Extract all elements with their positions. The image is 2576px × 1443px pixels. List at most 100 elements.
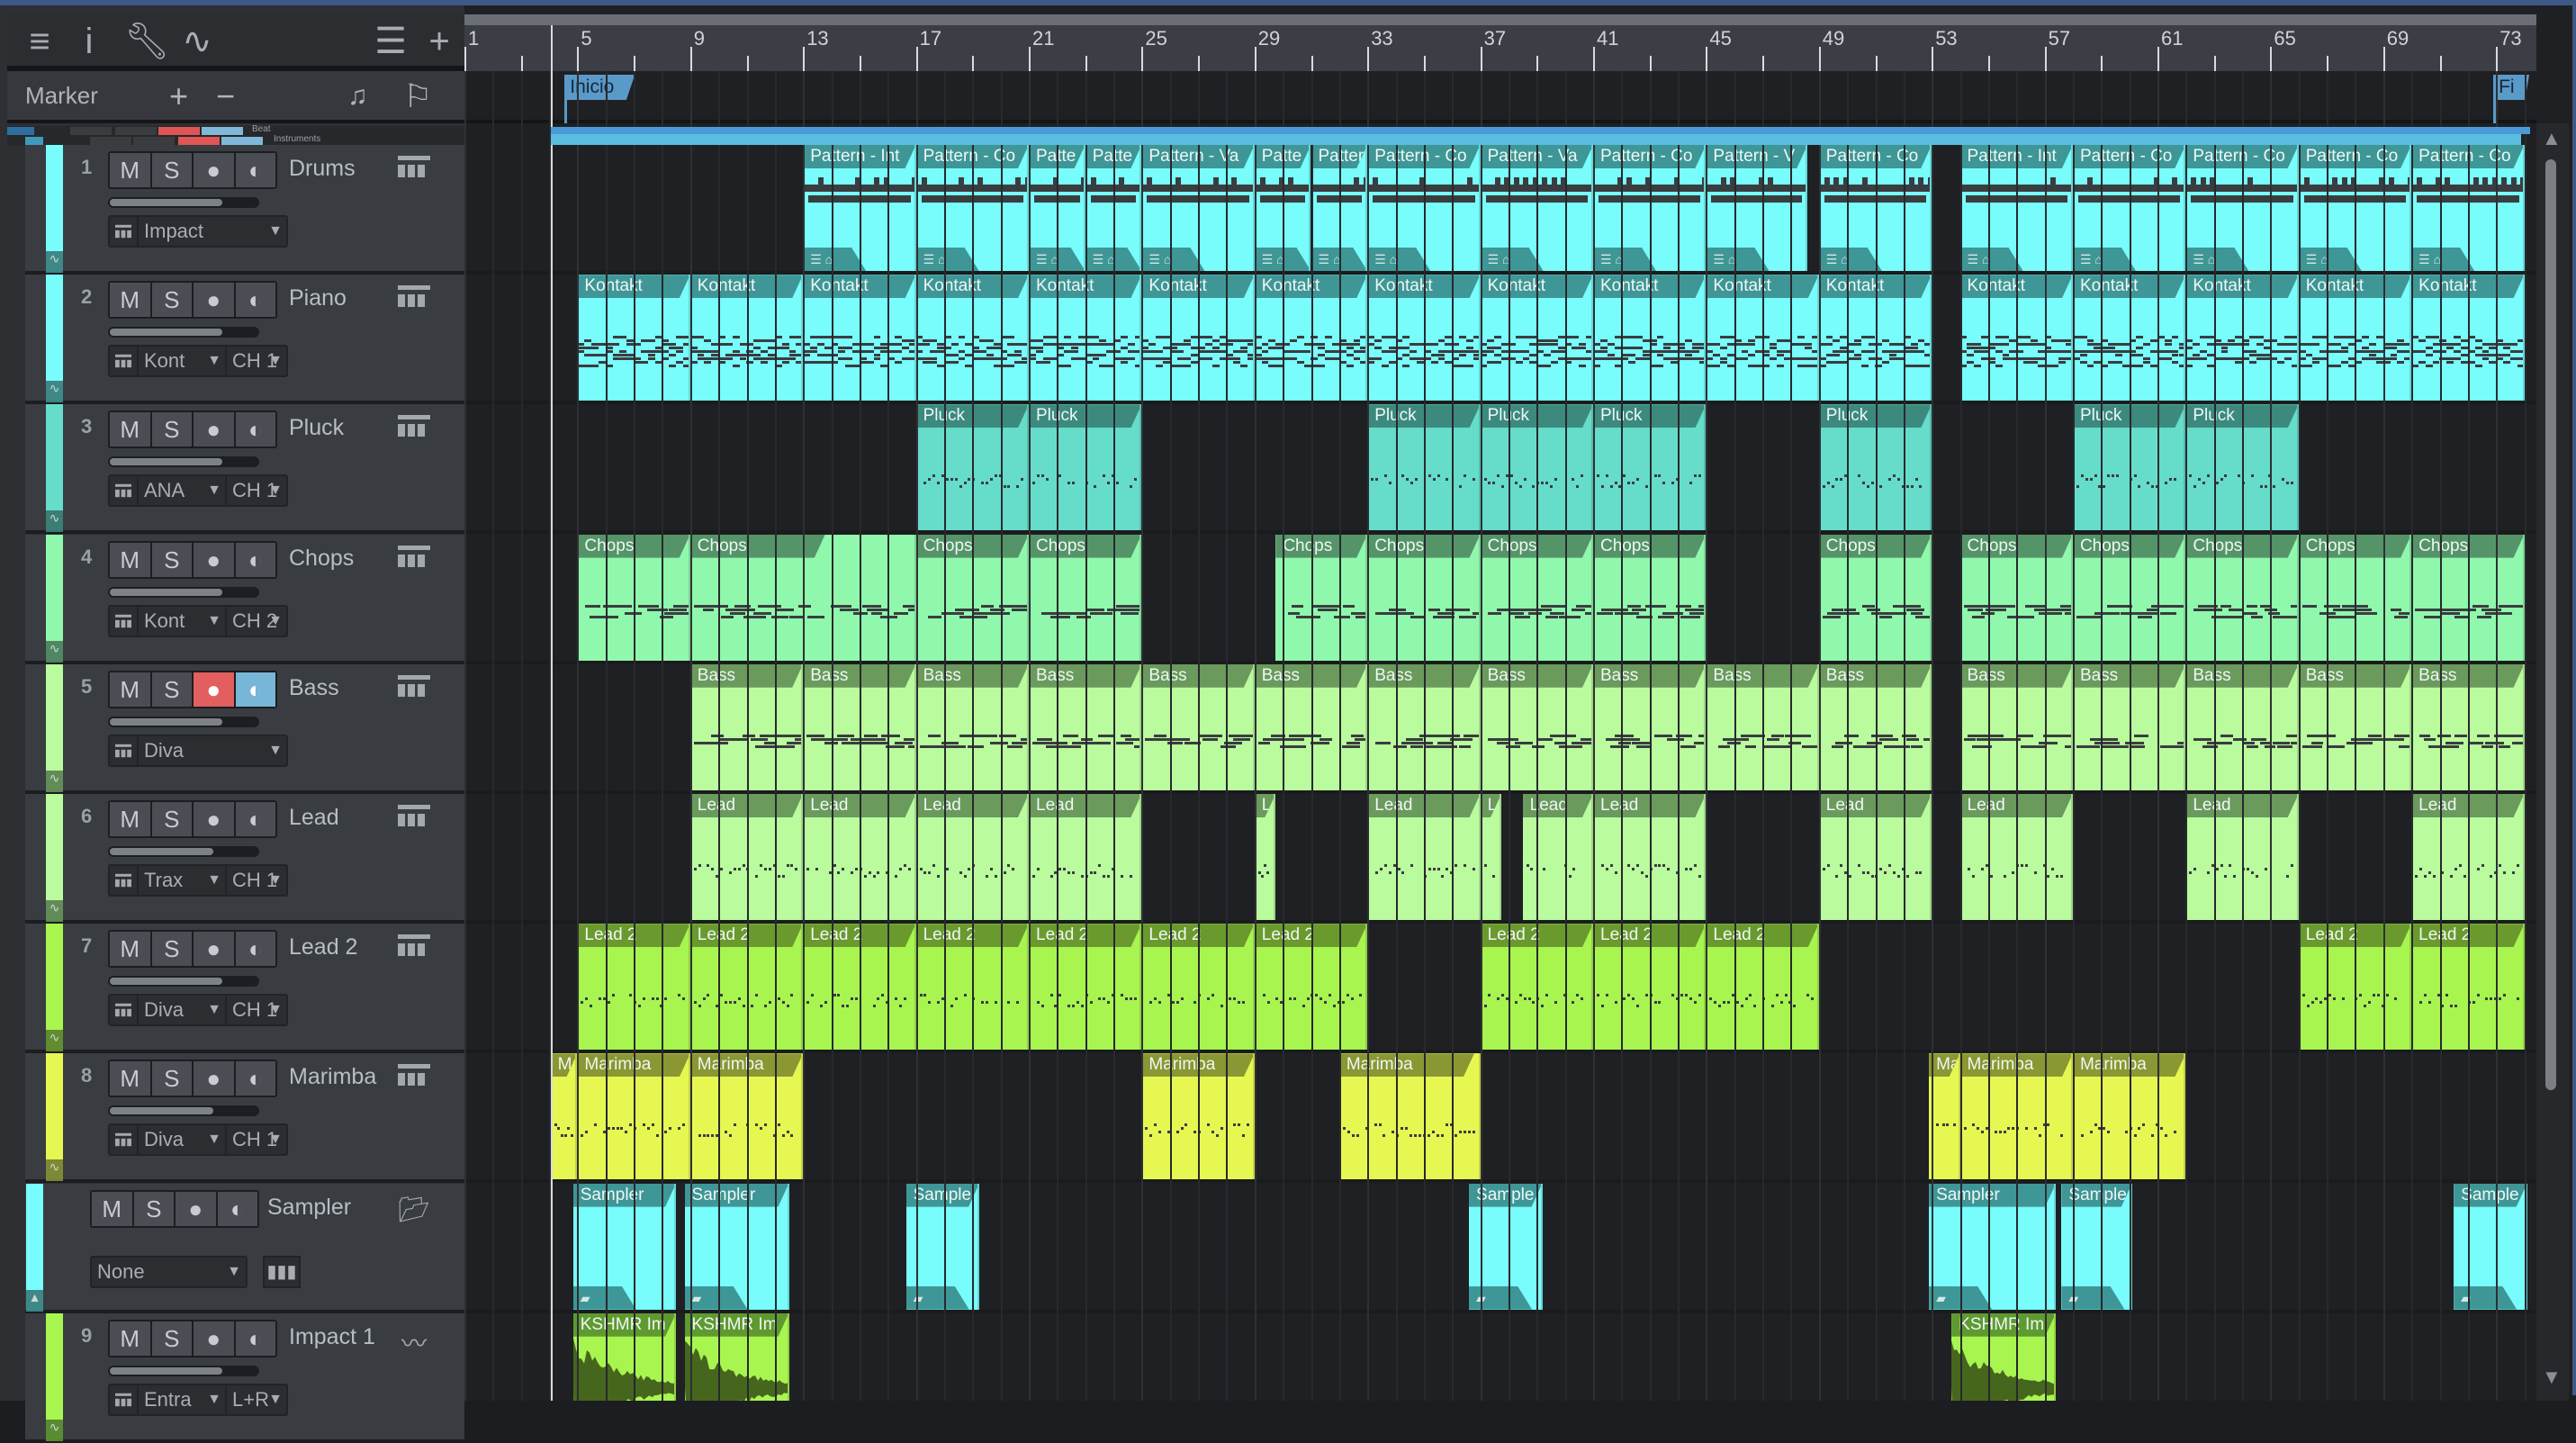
scroll-up-icon[interactable]: ▲ bbox=[2542, 127, 2562, 150]
keyboard-icon[interactable] bbox=[398, 545, 430, 569]
remove-marker-button[interactable]: − bbox=[216, 77, 235, 116]
track-color-strip[interactable] bbox=[46, 663, 63, 771]
track-color-strip[interactable] bbox=[46, 1312, 63, 1420]
volume-fader[interactable] bbox=[108, 586, 259, 598]
solo-button[interactable]: S bbox=[151, 283, 192, 318]
solo-button[interactable]: S bbox=[151, 1061, 192, 1096]
timeline-ruler[interactable]: 1 5 9 13 17 21 25 29 33 37 41 45 49 53 57 61 65 69 73 bbox=[464, 14, 2536, 71]
instrument-dropdown[interactable]: ANA ▼ CH 1 ▼ bbox=[108, 474, 288, 508]
track-color-strip[interactable] bbox=[46, 404, 63, 511]
instrument-dropdown[interactable]: Diva ▼ CH 1 ▼ bbox=[108, 1123, 288, 1157]
add-track-icon[interactable]: + bbox=[421, 22, 457, 61]
record-arm-button[interactable]: ● bbox=[194, 932, 234, 967]
track-name[interactable]: Pluck bbox=[289, 415, 344, 441]
channel-select[interactable]: CH 1 ▼ bbox=[227, 1125, 286, 1154]
mute-button[interactable]: M bbox=[110, 283, 150, 318]
record-arm-button[interactable]: ● bbox=[194, 1061, 234, 1096]
track-color-strip[interactable] bbox=[46, 794, 63, 900]
music-note-icon[interactable]: ♫ bbox=[347, 77, 368, 116]
instrument-select[interactable]: Trax ▼ bbox=[139, 866, 227, 895]
track-header-drums[interactable]: ∿ 1 M S ● ◐ Drums Impact ▼ bbox=[25, 145, 464, 275]
waveform-icon[interactable]: 〰 bbox=[398, 1324, 430, 1357]
automation-icon[interactable]: ∿ bbox=[46, 1419, 63, 1441]
vertical-scrollbar[interactable]: ▲ ▼ bbox=[2536, 123, 2569, 1401]
clip-sampler[interactable]: Sampler ▰ bbox=[572, 1183, 677, 1310]
menu-icon[interactable]: ≡ bbox=[20, 22, 59, 61]
track-header-marimba[interactable]: ∿ 8 M S ● ◐ Marimba Diva ▼ CH 1 ▼ bbox=[25, 1053, 464, 1184]
keyboard-icon[interactable] bbox=[398, 156, 430, 179]
clip-audio[interactable]: KSHMR Im bbox=[572, 1312, 677, 1401]
clip-midi[interactable]: Lead bbox=[1522, 794, 1593, 920]
clip-midi[interactable]: Chops bbox=[1275, 534, 1368, 661]
automation-icon[interactable]: ∿ bbox=[46, 900, 63, 922]
channel-select[interactable]: L+R ▼ bbox=[227, 1385, 286, 1414]
arrangement-view[interactable]: 1 5 9 13 17 21 25 29 33 37 41 45 49 53 57 61 65 69 73 Inic… bbox=[464, 5, 2536, 1401]
instrument-dropdown[interactable]: Diva ▼ bbox=[108, 734, 288, 767]
track-header-bass[interactable]: ∿ 5 M S ● ◐ Bass Diva ▼ bbox=[25, 663, 464, 794]
mute-button[interactable]: M bbox=[110, 542, 150, 577]
wrench-icon[interactable]: 🔧︎ bbox=[124, 22, 170, 61]
instrument-dropdown[interactable]: Kont ▼ CH 2 ▼ bbox=[108, 604, 288, 637]
folder-row-beat[interactable]: Beat bbox=[7, 124, 464, 136]
automation-icon[interactable]: ∿ bbox=[46, 251, 63, 273]
volume-fader[interactable] bbox=[108, 1365, 259, 1376]
clip-audio[interactable]: KSHMR Im bbox=[684, 1312, 789, 1401]
automation-icon[interactable]: ∿ bbox=[46, 640, 63, 663]
channel-select[interactable]: CH 1 ▼ bbox=[227, 996, 286, 1024]
instrument-select[interactable]: Kont ▼ bbox=[139, 347, 227, 376]
track-header-chops[interactable]: ∿ 4 M S ● ◐ Chops Kont ▼ CH 2 ▼ bbox=[25, 534, 464, 664]
monitor-button[interactable]: ◐ bbox=[235, 283, 275, 318]
collapse-arrow-icon[interactable]: ▲ bbox=[26, 1289, 43, 1312]
track-name[interactable]: Drums bbox=[289, 156, 356, 182]
track-name[interactable]: Bass bbox=[289, 675, 339, 701]
clip-midi[interactable]: L bbox=[1254, 794, 1276, 920]
instrument-select[interactable]: Kont ▼ bbox=[139, 606, 227, 636]
channel-select[interactable]: CH 1 ▼ bbox=[227, 347, 286, 375]
scroll-down-icon[interactable]: ▼ bbox=[2542, 1366, 2562, 1389]
instrument-dropdown[interactable]: None ▼ bbox=[90, 1255, 248, 1288]
instrument-select[interactable]: None ▼ bbox=[92, 1258, 245, 1286]
track-color-strip[interactable] bbox=[26, 1183, 43, 1290]
track-name[interactable]: Lead 2 bbox=[289, 934, 357, 960]
track-name[interactable]: Impact 1 bbox=[289, 1324, 375, 1350]
clip-midi[interactable]: Marimba bbox=[1338, 1053, 1481, 1180]
keyboard-icon[interactable] bbox=[398, 1064, 430, 1087]
solo-button[interactable]: S bbox=[151, 932, 192, 967]
monitor-button[interactable]: ◐ bbox=[235, 932, 275, 967]
solo-button[interactable]: S bbox=[151, 1321, 192, 1356]
mute-button[interactable]: M bbox=[110, 412, 150, 447]
instrument-select[interactable]: Diva ▼ bbox=[139, 736, 286, 765]
mute-button[interactable]: M bbox=[110, 1061, 150, 1096]
instrument-dropdown[interactable]: Entra ▼ L+R ▼ bbox=[108, 1383, 288, 1416]
record-arm-button[interactable]: ● bbox=[194, 1321, 234, 1356]
folder-icon[interactable]: 📂︎ bbox=[398, 1195, 430, 1223]
instrument-dropdown[interactable]: Impact ▼ bbox=[108, 215, 288, 248]
solo-button[interactable]: S bbox=[133, 1191, 174, 1226]
instrument-select[interactable]: Impact ▼ bbox=[139, 217, 286, 246]
record-arm-button[interactable]: ● bbox=[194, 542, 234, 577]
mute-button[interactable]: M bbox=[110, 932, 150, 967]
monitor-button[interactable]: ◐ bbox=[217, 1191, 257, 1226]
add-marker-button[interactable]: + bbox=[169, 77, 188, 116]
info-icon[interactable]: i bbox=[76, 22, 103, 61]
track-color-strip[interactable] bbox=[46, 1053, 63, 1160]
instrument-select[interactable]: Diva ▼ bbox=[139, 996, 227, 1025]
monitor-button[interactable]: ◐ bbox=[235, 672, 275, 707]
mute-button[interactable]: M bbox=[110, 802, 150, 836]
mute-button[interactable]: M bbox=[92, 1191, 132, 1226]
monitor-button[interactable]: ◐ bbox=[235, 802, 275, 836]
automation-icon[interactable]: ∿ bbox=[46, 381, 63, 403]
clip-midi[interactable]: Ma bbox=[1929, 1053, 1960, 1180]
track-name[interactable]: Lead bbox=[289, 805, 339, 831]
automation-icon[interactable]: ∿ bbox=[175, 22, 220, 61]
track-header-lead[interactable]: ∿ 6 M S ● ◐ Lead Trax ▼ CH 1 ▼ bbox=[25, 794, 464, 924]
scrollbar-thumb[interactable] bbox=[2545, 159, 2556, 1090]
solo-button[interactable]: S bbox=[151, 412, 192, 447]
mixer-icon[interactable]: ▮▮▮ bbox=[263, 1255, 301, 1288]
track-header-piano[interactable]: ∿ 2 M S ● ◐ Piano Kont ▼ CH 1 ▼ bbox=[25, 275, 464, 405]
automation-icon[interactable]: ∿ bbox=[46, 770, 63, 792]
monitor-button[interactable]: ◐ bbox=[235, 1321, 275, 1356]
automation-icon[interactable]: ∿ bbox=[46, 1159, 63, 1182]
volume-fader[interactable] bbox=[108, 456, 259, 468]
instrument-dropdown[interactable]: Diva ▼ CH 1 ▼ bbox=[108, 994, 288, 1027]
